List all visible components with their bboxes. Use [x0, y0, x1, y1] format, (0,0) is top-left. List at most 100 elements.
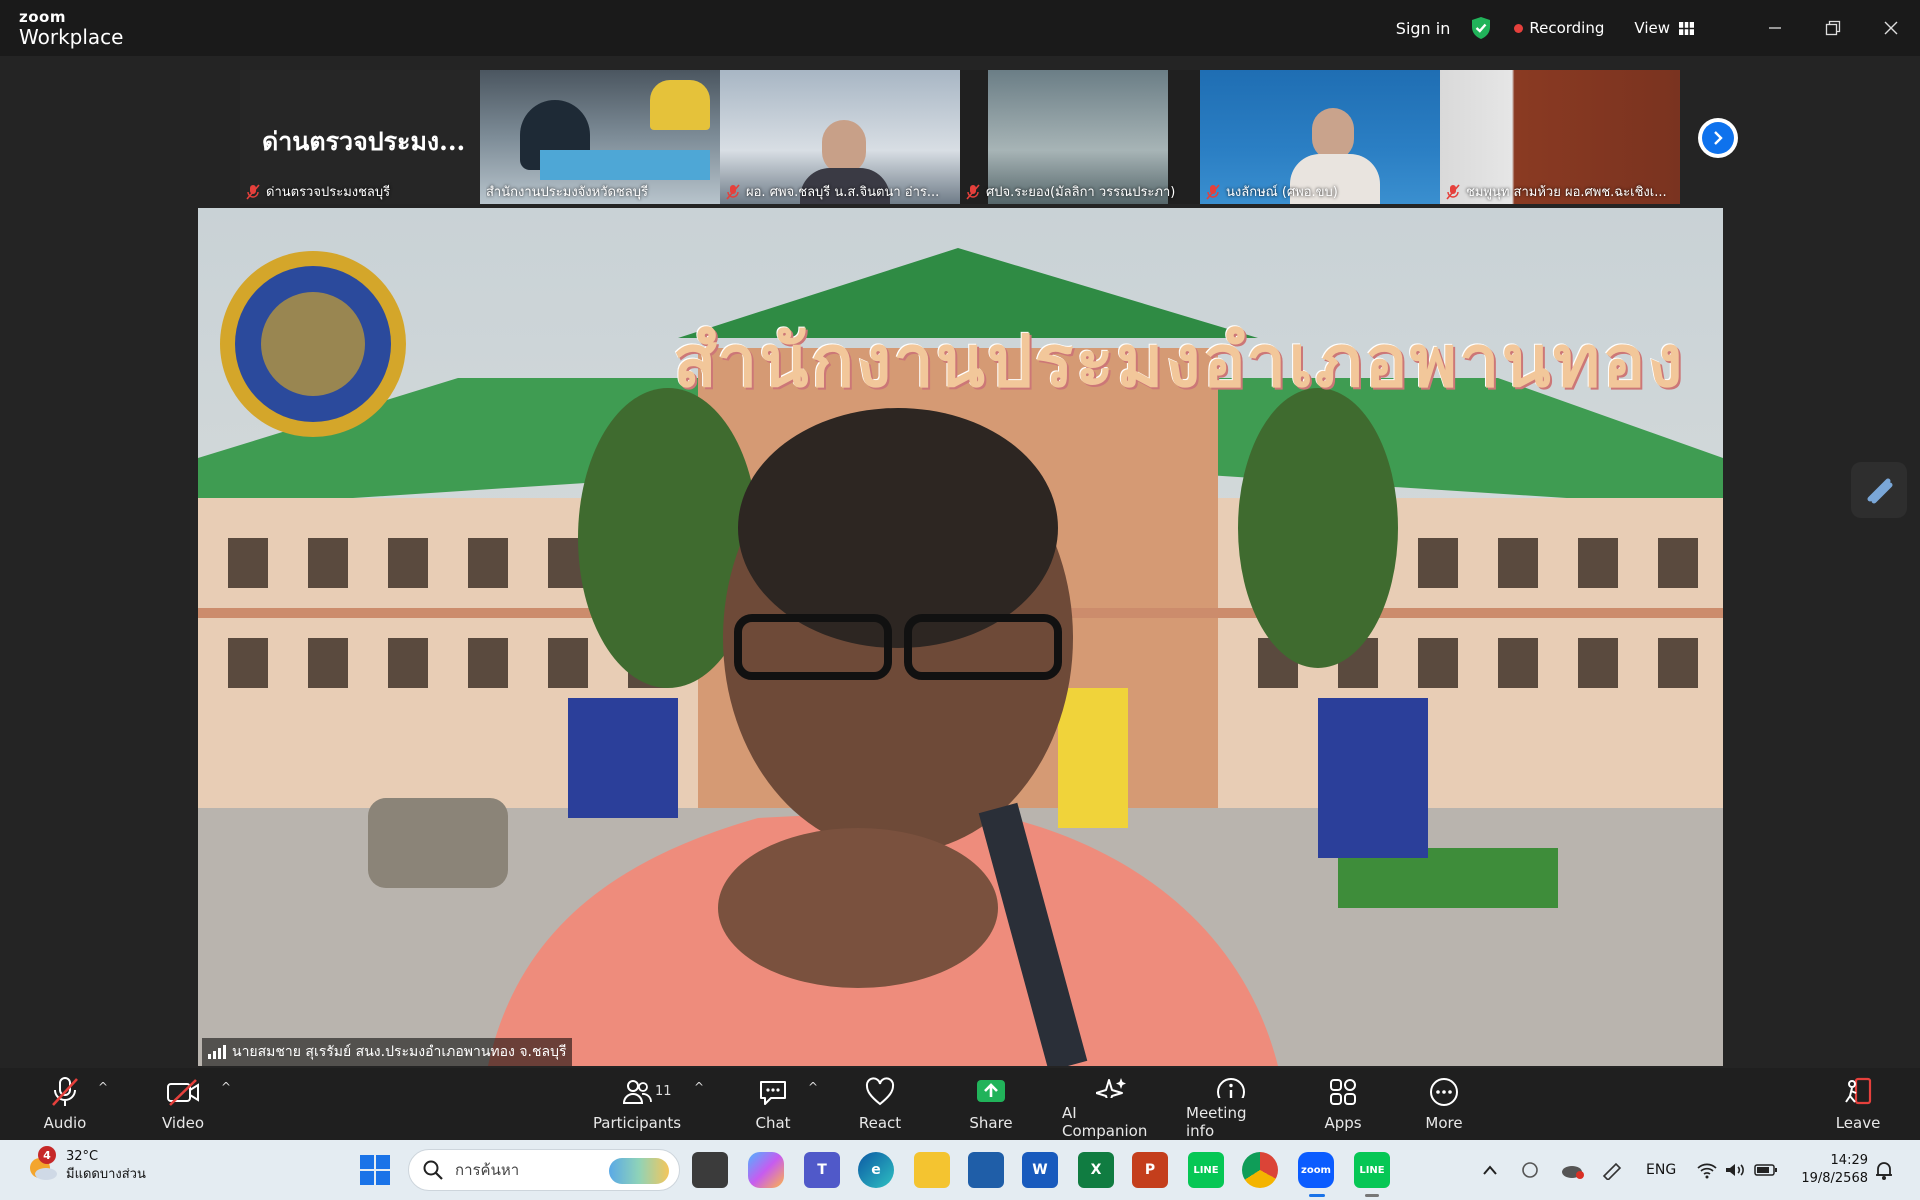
- powerpoint-icon[interactable]: P: [1132, 1152, 1168, 1188]
- participant-tile[interactable]: ชมพูนุท สามห้วย ผอ.ศพช.ฉะเชิงเ...: [1440, 70, 1680, 204]
- clock-time: 14:29: [1830, 1153, 1868, 1168]
- next-page-button[interactable]: [1698, 118, 1738, 158]
- mic-muted-icon: [966, 183, 980, 200]
- task-view-icon[interactable]: [692, 1152, 728, 1188]
- minimize-button[interactable]: [1746, 0, 1804, 56]
- file-explorer-icon[interactable]: [914, 1152, 950, 1188]
- microsoft-store-icon[interactable]: [968, 1152, 1004, 1188]
- tray-app-icon[interactable]: [1520, 1140, 1540, 1200]
- video-options-caret[interactable]: ^: [221, 1080, 231, 1094]
- share-screen-icon: [977, 1080, 1005, 1102]
- leave-meeting-button[interactable]: Leave: [1834, 1068, 1882, 1140]
- meeting-info-label: Meeting info: [1186, 1104, 1247, 1140]
- annotation-tool-button[interactable]: [1851, 462, 1907, 518]
- zoom-app-icon[interactable]: zoom: [1298, 1152, 1334, 1188]
- participant-name: ชมพูนุท สามห้วย ผอ.ศพช.ฉะเชิงเ...: [1446, 181, 1676, 202]
- windows-taskbar: 4 32°C มีแดดบางส่วน การค้นหา T e W X P L…: [0, 1140, 1920, 1200]
- teams-icon[interactable]: T: [804, 1152, 840, 1188]
- recording-label: Recording: [1529, 19, 1605, 37]
- participant-name: สำนักงานประมงจังหวัดชลบุรี: [486, 185, 648, 200]
- zoom-workplace-logo: zoom Workplace: [19, 8, 124, 49]
- participant-tile[interactable]: ด่านตรวจประมง... ด่านตรวจประมงชลบุรี: [240, 70, 480, 204]
- search-placeholder: การค้นหา: [455, 1161, 520, 1179]
- pen-input-icon[interactable]: [1600, 1140, 1624, 1200]
- partly-sunny-icon: 4: [26, 1146, 58, 1182]
- excel-icon[interactable]: X: [1078, 1152, 1114, 1188]
- heart-icon: [865, 1077, 895, 1106]
- video-feed-person: [1312, 108, 1354, 160]
- volume-icon[interactable]: [1724, 1140, 1746, 1200]
- participant-tile[interactable]: สำนักงานประมงจังหวัดชลบุรี: [480, 70, 720, 204]
- restore-icon: [1825, 20, 1841, 36]
- logo-brand-small: zoom: [19, 8, 66, 26]
- system-clock[interactable]: 14:29 19/8/2568: [1801, 1152, 1868, 1188]
- react-label: React: [858, 1114, 902, 1132]
- chrome-icon[interactable]: [1242, 1152, 1278, 1188]
- line-icon[interactable]: LINE: [1188, 1152, 1224, 1188]
- edge-browser-icon[interactable]: e: [858, 1152, 894, 1188]
- participant-tile[interactable]: ผอ. ศพจ.ชลบุรี น.ส.จินตนา อ่าร...: [720, 70, 960, 204]
- leave-label: Leave: [1835, 1114, 1881, 1132]
- participants-options-caret[interactable]: ^: [694, 1080, 704, 1094]
- participant-thumbnail-strip: ด่านตรวจประมง... ด่านตรวจประมงชลบุรี สำน…: [240, 70, 1680, 204]
- audio-options-caret[interactable]: ^: [98, 1080, 108, 1094]
- close-icon: [1884, 21, 1898, 35]
- search-highlight-image: [609, 1158, 669, 1184]
- sign-in-button[interactable]: Sign in: [1396, 19, 1451, 38]
- video-button[interactable]: Video: [160, 1068, 206, 1140]
- windows-logo-icon: [360, 1155, 390, 1185]
- apps-button[interactable]: Apps: [1320, 1068, 1366, 1140]
- ai-companion-label: AI Companion: [1062, 1104, 1148, 1140]
- onedrive-icon[interactable]: [1560, 1140, 1586, 1200]
- mic-muted-icon: [726, 183, 740, 200]
- notifications-icon[interactable]: [1874, 1140, 1894, 1200]
- background-office-title: สำนักงานประมงอำเภอพานทอง: [673, 318, 1685, 403]
- video-feed-table: [540, 150, 710, 180]
- participant-name: ผอ. ศพจ.ชลบุรี น.ส.จินตนา อ่าร...: [726, 181, 956, 202]
- restore-button[interactable]: [1804, 0, 1862, 56]
- participant-tile[interactable]: ศปจ.ระยอง(มัลลิกา วรรณประภา): [960, 70, 1200, 204]
- weather-widget[interactable]: 4 32°C มีแดดบางส่วน: [26, 1146, 146, 1184]
- chat-icon: [760, 1081, 786, 1105]
- show-hidden-icons-button[interactable]: [1482, 1140, 1498, 1200]
- taskbar-search-box[interactable]: การค้นหา: [408, 1149, 680, 1191]
- participant-tile[interactable]: นงลักษณ์ (ศพอ.ขบ): [1200, 70, 1440, 204]
- participant-name: นงลักษณ์ (ศพอ.ขบ): [1206, 181, 1436, 202]
- wifi-icon[interactable]: [1696, 1140, 1718, 1200]
- participant-big-name: ด่านตรวจประมง...: [262, 127, 466, 156]
- word-icon[interactable]: W: [1022, 1152, 1058, 1188]
- chat-options-caret[interactable]: ^: [808, 1080, 818, 1094]
- mic-muted-icon: [52, 1077, 78, 1106]
- share-label: Share: [969, 1114, 1013, 1132]
- participants-button[interactable]: Participants: [592, 1068, 682, 1140]
- more-dots-icon: [1430, 1078, 1458, 1106]
- more-button[interactable]: More: [1420, 1068, 1468, 1140]
- meeting-toolbar: Audio ^ Video ^ Participants 11 ^ Chat ^…: [0, 1068, 1920, 1140]
- copilot-icon[interactable]: [748, 1152, 784, 1188]
- react-button[interactable]: React: [856, 1068, 904, 1140]
- line-active-indicator: [1365, 1194, 1379, 1197]
- logo-brand-large: Workplace: [19, 25, 124, 49]
- mic-muted-icon: [1206, 183, 1220, 200]
- view-label: View: [1634, 19, 1670, 37]
- view-button[interactable]: View: [1634, 19, 1694, 37]
- share-screen-button[interactable]: Share: [968, 1068, 1014, 1140]
- audio-label: Audio: [43, 1114, 87, 1132]
- ai-companion-button[interactable]: AI Companion: [1062, 1068, 1162, 1140]
- leave-door-icon: [1845, 1077, 1872, 1105]
- recording-indicator[interactable]: Recording: [1514, 19, 1604, 37]
- clock-date: 19/8/2568: [1801, 1171, 1868, 1186]
- signal-strength-icon: [208, 1045, 226, 1059]
- language-indicator[interactable]: ENG: [1646, 1140, 1676, 1200]
- close-window-button[interactable]: [1862, 0, 1920, 56]
- chat-button[interactable]: Chat: [750, 1068, 796, 1140]
- audio-button[interactable]: Audio: [42, 1068, 88, 1140]
- start-button[interactable]: [360, 1155, 390, 1189]
- active-speaker-video[interactable]: สำนักงานประมงอำเภอพานทอง นายสมชาย สุเรรั…: [198, 208, 1723, 1066]
- battery-icon[interactable]: [1754, 1140, 1778, 1200]
- encryption-shield-icon[interactable]: [1470, 16, 1492, 40]
- line-icon[interactable]: LINE: [1354, 1152, 1390, 1188]
- zoom-active-indicator: [1309, 1194, 1325, 1197]
- participant-name: ด่านตรวจประมงชลบุรี: [246, 181, 476, 202]
- meeting-info-button[interactable]: Meeting info: [1186, 1068, 1276, 1140]
